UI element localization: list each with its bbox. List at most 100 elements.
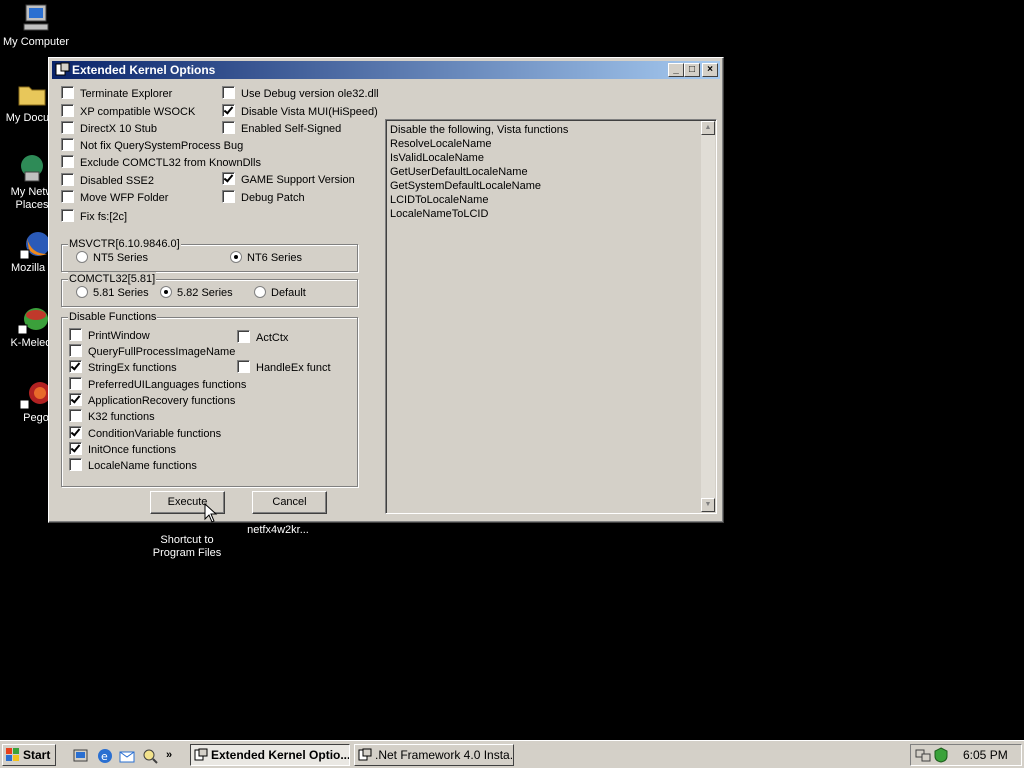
minimize-button[interactable]: _ [668,63,684,77]
fn-handleex[interactable]: HandleEx funct [237,360,331,376]
radio-button[interactable] [254,286,266,298]
checkbox[interactable] [237,330,250,343]
checkbox[interactable] [61,155,74,168]
option-exclude-comctl32[interactable]: Exclude COMCTL32 from KnownDlls [61,155,261,171]
radio-button[interactable] [160,286,172,298]
checkbox[interactable] [69,458,82,471]
option-move-wfp-folder[interactable]: Move WFP Folder [61,190,168,206]
search-icon[interactable] [141,747,159,765]
show-desktop-icon[interactable] [72,747,90,765]
fn-initonce[interactable]: InitOnce functions [69,442,176,458]
info-line: LCIDToLocaleName [390,194,489,206]
checkbox[interactable] [222,104,235,117]
scroll-down-button[interactable]: ▼ [701,498,715,512]
maximize-button[interactable]: □ [684,63,700,77]
fn-label: QueryFullProcessImageName [88,346,236,358]
option-xp-wsock[interactable]: XP compatible WSOCK [61,104,195,120]
radio-nt5-series[interactable]: NT5 Series [76,250,148,266]
option-enabled-self-signed[interactable]: Enabled Self-Signed [222,121,341,137]
cancel-button[interactable]: Cancel [252,491,327,514]
desktop-icon-my-computer[interactable]: My Computer [0,2,72,49]
checkbox[interactable] [69,426,82,439]
checkbox[interactable] [61,86,74,99]
network-tray-icon[interactable] [915,747,931,763]
fn-label: ConditionVariable functions [88,428,222,440]
checkbox[interactable] [222,86,235,99]
checkbox[interactable] [69,409,82,422]
fn-preferreduilanguages[interactable]: PreferredUILanguages functions [69,377,246,393]
fn-k32[interactable]: K32 functions [69,409,155,425]
folder-icon [16,78,48,110]
scroll-up-button[interactable]: ▲ [701,121,715,135]
radio-button[interactable] [76,286,88,298]
info-line: GetUserDefaultLocaleName [390,166,528,178]
outlook-express-icon[interactable] [118,747,136,765]
task-extended-kernel-options[interactable]: Extended Kernel Optio... [190,744,350,766]
security-tray-icon[interactable] [933,747,949,763]
fn-queryfullprocessimagename[interactable]: QueryFullProcessImageName [69,344,235,360]
fn-conditionvariable[interactable]: ConditionVariable functions [69,426,221,442]
checkbox[interactable] [61,104,74,117]
checkbox[interactable] [61,138,74,151]
checkbox[interactable] [61,121,74,134]
option-label: Debug Patch [241,192,305,204]
fn-localename[interactable]: LocaleName functions [69,458,197,474]
checkbox[interactable] [69,360,82,373]
option-label: Disable Vista MUI(HiSpeed) [241,106,378,118]
fn-actctx[interactable]: ActCtx [237,330,288,346]
option-disabled-sse2[interactable]: Disabled SSE2 [61,173,154,189]
radio-button[interactable] [230,251,242,263]
vista-functions-info-box[interactable]: Disable the following, Vista functions R… [385,119,717,514]
desktop-icon-netfx[interactable]: netfx4w2kr... [238,524,318,537]
option-directx10-stub[interactable]: DirectX 10 Stub [61,121,157,137]
checkbox[interactable] [69,393,82,406]
radio-581-series[interactable]: 5.81 Series [76,285,149,301]
title-bar[interactable]: Extended Kernel Options _ □ × [52,61,720,79]
checkbox[interactable] [61,173,74,186]
k-meleon-icon [17,303,50,335]
radio-582-series[interactable]: 5.82 Series [160,285,233,301]
info-line: LocaleNameToLCID [390,208,489,220]
checkbox[interactable] [69,344,82,357]
quicklaunch-more-button[interactable]: » [166,745,176,765]
radio-nt6-series[interactable]: NT6 Series [230,250,302,266]
down-arrow-icon: ▼ [704,501,712,508]
checkbox[interactable] [222,172,235,185]
radio-button[interactable] [76,251,88,263]
fn-applicationrecovery[interactable]: ApplicationRecovery functions [69,393,235,409]
desktop-icon-label: Program Files [152,547,222,559]
checkbox[interactable] [237,360,250,373]
internet-explorer-icon[interactable]: e [96,747,114,765]
checkbox[interactable] [222,190,235,203]
start-button[interactable]: Start [2,744,56,766]
checkbox[interactable] [69,328,82,341]
radio-default[interactable]: Default [254,285,306,301]
fn-label: InitOnce functions [88,444,177,456]
checkbox[interactable] [69,442,82,455]
checkbox[interactable] [69,377,82,390]
checkbox[interactable] [222,121,235,134]
option-fix-fs2c[interactable]: Fix fs:[2c] [61,209,127,225]
svg-text:e: e [101,750,108,763]
option-terminate-explorer[interactable]: Terminate Explorer [61,86,172,102]
fn-stringex[interactable]: StringEx functions [69,360,177,376]
desktop-icon-label: netfx4w2kr... [247,524,309,536]
checkbox[interactable] [61,209,74,222]
radio-label: NT6 Series [247,252,303,264]
start-label: Start [23,748,51,762]
close-button[interactable]: × [702,63,718,77]
option-debug-ole32[interactable]: Use Debug version ole32.dll [222,86,379,102]
radio-label: NT5 Series [93,252,149,264]
option-disable-vista-mui[interactable]: Disable Vista MUI(HiSpeed) [222,104,378,120]
group-title: Disable Functions [68,310,158,324]
fn-printwindow[interactable]: PrintWindow [69,328,150,344]
desktop-icon-program-files-shortcut[interactable]: Shortcut to Program Files [151,518,223,560]
fn-label: LocaleName functions [88,460,197,472]
task-net-framework-installer[interactable]: .Net Framework 4.0 Insta... [354,744,514,766]
option-game-support[interactable]: GAME Support Version [222,172,355,188]
vertical-scrollbar[interactable]: ▲ ▼ [701,121,715,512]
checkbox[interactable] [61,190,74,203]
option-debug-patch[interactable]: Debug Patch [222,190,305,206]
fn-label: PreferredUILanguages functions [88,379,247,391]
option-not-fix-query[interactable]: Not fix QuerySystemProcess Bug [61,138,243,154]
